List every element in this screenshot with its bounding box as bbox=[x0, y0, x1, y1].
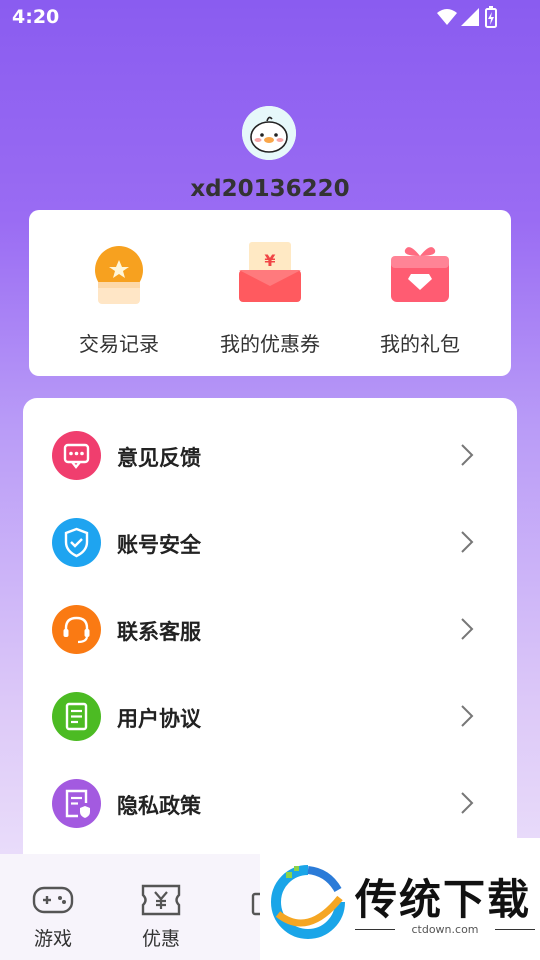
menu-label-privacy-policy: 隐私政策 bbox=[117, 794, 201, 818]
chevron-right-icon bbox=[461, 618, 474, 640]
settings-menu: 意见反馈 账号安全 联系客服 用户协议 隐私政策 bbox=[23, 398, 517, 868]
trade-records-button[interactable]: 交易记录 bbox=[39, 210, 199, 376]
menu-item-feedback[interactable]: 意见反馈 bbox=[23, 411, 517, 498]
menu-item-customer-service[interactable]: 联系客服 bbox=[23, 585, 517, 672]
quick-actions-card: 交易记录 ¥ 我的优惠券 我的礼包 bbox=[29, 210, 511, 376]
battery-icon bbox=[485, 6, 497, 28]
shield-check-icon bbox=[52, 518, 101, 567]
site-logo-icon bbox=[271, 865, 345, 939]
tab-offers[interactable]: 优惠 bbox=[111, 854, 211, 960]
document-icon bbox=[52, 692, 101, 741]
chat-bubble-icon bbox=[52, 431, 101, 480]
status-time: 4:20 bbox=[12, 6, 60, 28]
my-gifts-button[interactable]: 我的礼包 bbox=[340, 210, 500, 376]
menu-label-customer-service: 联系客服 bbox=[117, 620, 201, 644]
tab-games-label: 游戏 bbox=[33, 928, 72, 950]
chevron-right-icon bbox=[461, 792, 474, 814]
menu-label-account-security: 账号安全 bbox=[117, 533, 201, 557]
trade-records-label: 交易记录 bbox=[79, 332, 159, 356]
gamepad-icon bbox=[32, 886, 74, 914]
avatar[interactable] bbox=[242, 106, 296, 160]
svg-text:¥: ¥ bbox=[264, 251, 275, 270]
headset-icon bbox=[52, 605, 101, 654]
wifi-icon bbox=[437, 9, 457, 25]
watermark-rule-right bbox=[495, 929, 535, 930]
username: xd20136220 bbox=[190, 176, 350, 202]
menu-item-account-security[interactable]: 账号安全 bbox=[23, 498, 517, 585]
status-icons bbox=[437, 6, 497, 28]
privacy-doc-icon bbox=[52, 779, 101, 828]
menu-label-user-agreement: 用户协议 bbox=[117, 707, 201, 731]
chevron-right-icon bbox=[461, 531, 474, 553]
duck-avatar-icon bbox=[242, 106, 296, 160]
gift-box-icon bbox=[391, 247, 449, 302]
menu-label-feedback: 意见反馈 bbox=[117, 446, 201, 470]
yen-ticket-icon bbox=[141, 884, 181, 916]
chevron-right-icon bbox=[461, 444, 474, 466]
tab-offers-label: 优惠 bbox=[141, 928, 180, 950]
coin-wallet-icon bbox=[95, 246, 143, 304]
chevron-right-icon bbox=[461, 705, 474, 727]
my-coupons-label: 我的优惠券 bbox=[220, 332, 320, 356]
signal-icon bbox=[461, 8, 479, 26]
menu-item-user-agreement[interactable]: 用户协议 bbox=[23, 672, 517, 759]
menu-item-privacy-policy[interactable]: 隐私政策 bbox=[23, 759, 517, 846]
my-coupons-button[interactable]: ¥ 我的优惠券 bbox=[190, 210, 350, 376]
status-bar: 4:20 bbox=[0, 0, 540, 36]
tab-games[interactable]: 游戏 bbox=[3, 854, 103, 960]
my-gifts-label: 我的礼包 bbox=[380, 332, 460, 356]
coupon-envelope-icon: ¥ bbox=[239, 242, 301, 302]
watermark: 传统下载 ctdown.com bbox=[260, 838, 540, 960]
watermark-title: 传统下载 bbox=[355, 875, 532, 924]
